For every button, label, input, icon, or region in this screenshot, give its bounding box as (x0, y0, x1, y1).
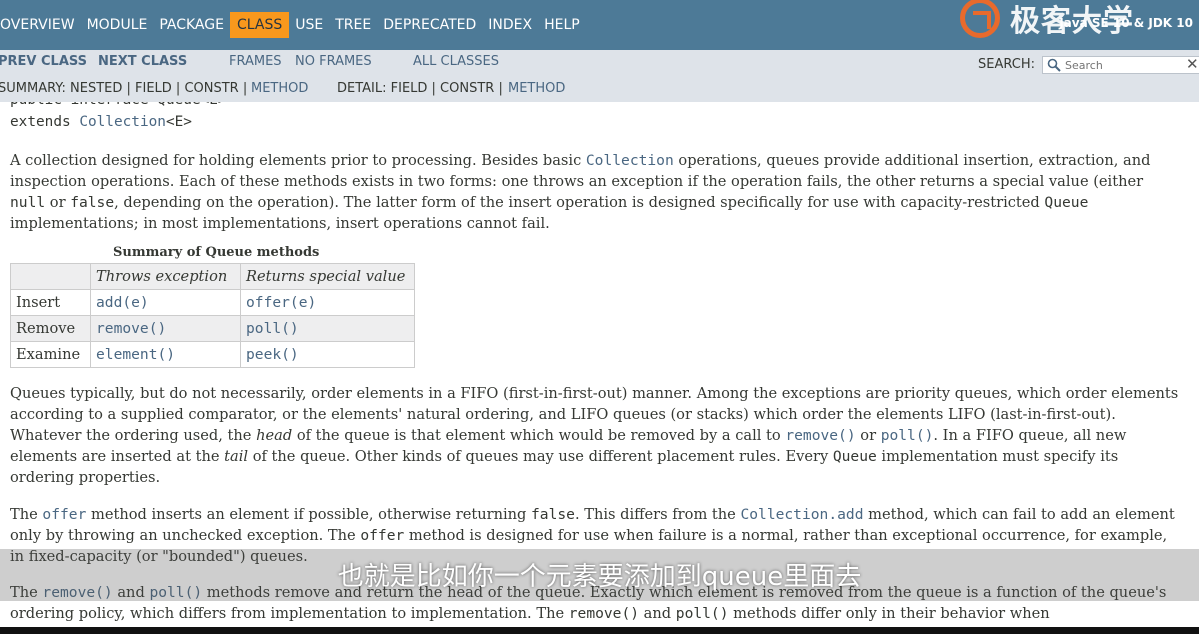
poll-link[interactable]: poll() (881, 427, 934, 444)
extends-type-param: <E> (165, 114, 192, 130)
method-link[interactable]: offer(e) (240, 289, 415, 316)
summary-method-link[interactable]: METHOD (251, 81, 308, 96)
collection-add-link[interactable]: Collection.add (740, 506, 863, 523)
summary-nav-prefix: SUMMARY: NESTED | FIELD | CONSTR | (0, 81, 248, 96)
nav-index[interactable]: INDEX (482, 12, 538, 38)
description-paragraph-1: A collection designed for holding elemen… (10, 152, 1151, 232)
collection-link[interactable]: Collection (586, 152, 674, 169)
search-input[interactable] (1065, 58, 1175, 72)
table-header-empty (10, 263, 91, 290)
remove-link[interactable]: remove() (785, 427, 855, 444)
nav-module[interactable]: MODULE (81, 12, 154, 38)
top-navigation-bar: OVERVIEW MODULE PACKAGE CLASS USE TREE D… (0, 0, 1199, 50)
table-header-row: Throws exception Returns special value (10, 263, 415, 290)
prev-class-link[interactable]: PREV CLASS (0, 54, 87, 69)
video-subtitle: 也就是比如你一个元素要添加到queue里面去 (337, 562, 862, 592)
detail-nav-prefix: DETAIL: FIELD | CONSTR | (337, 81, 503, 96)
table-row: Examine element() peek() (10, 341, 415, 368)
nav-class[interactable]: CLASS (229, 12, 290, 38)
description-paragraph-2: Queues typically, but do not necessarily… (10, 385, 1179, 486)
extends-keyword: extends (10, 114, 80, 130)
nav-tree[interactable]: TREE (329, 12, 377, 38)
nav-deprecated[interactable]: DEPRECATED (377, 12, 482, 38)
table-header-throws: Throws exception (90, 263, 241, 290)
sub-navigation-bar: PREV CLASS NEXT CLASS FRAMES NO FRAMES A… (0, 50, 1199, 102)
all-classes-link[interactable]: ALL CLASSES (413, 54, 499, 69)
nav-overview[interactable]: OVERVIEW (0, 12, 81, 38)
nav-package[interactable]: PACKAGE (153, 12, 230, 38)
offer-link[interactable]: offer (42, 506, 86, 523)
table-caption: Summary of Queue methods (113, 245, 320, 260)
operation-cell: Insert (10, 289, 91, 316)
method-link[interactable]: poll() (240, 315, 415, 342)
extends-line: extends Collection<E> (10, 114, 192, 130)
next-class-link[interactable]: NEXT CLASS (98, 54, 187, 69)
geek-logo-icon (960, 0, 1000, 38)
method-link[interactable]: add(e) (90, 289, 241, 316)
search-clear-icon[interactable]: ✕ (1186, 55, 1199, 73)
detail-method-link[interactable]: METHOD (508, 81, 565, 96)
frames-link[interactable]: FRAMES (229, 54, 282, 69)
bottom-bar (0, 627, 1199, 634)
table-header-special: Returns special value (240, 263, 415, 290)
method-link[interactable]: element() (90, 341, 241, 368)
search-icon (1047, 58, 1061, 72)
operation-cell: Examine (10, 341, 91, 368)
table-row: Insert add(e) offer(e) (10, 289, 415, 316)
queue-methods-summary-table: Throws exception Returns special value I… (10, 263, 415, 368)
table-row: Remove remove() poll() (10, 315, 415, 342)
method-link[interactable]: remove() (90, 315, 241, 342)
watermark-logo: 极客大学 (960, 0, 1134, 40)
no-frames-link[interactable]: NO FRAMES (295, 54, 372, 69)
search-field[interactable] (1042, 56, 1199, 74)
operation-cell: Remove (10, 315, 91, 342)
method-link[interactable]: peek() (240, 341, 415, 368)
nav-use[interactable]: USE (289, 12, 329, 38)
watermark-text: 极客大学 (1010, 4, 1134, 39)
nav-help[interactable]: HELP (538, 12, 586, 38)
search-label: SEARCH: (978, 57, 1035, 72)
collection-link[interactable]: Collection (79, 114, 166, 130)
